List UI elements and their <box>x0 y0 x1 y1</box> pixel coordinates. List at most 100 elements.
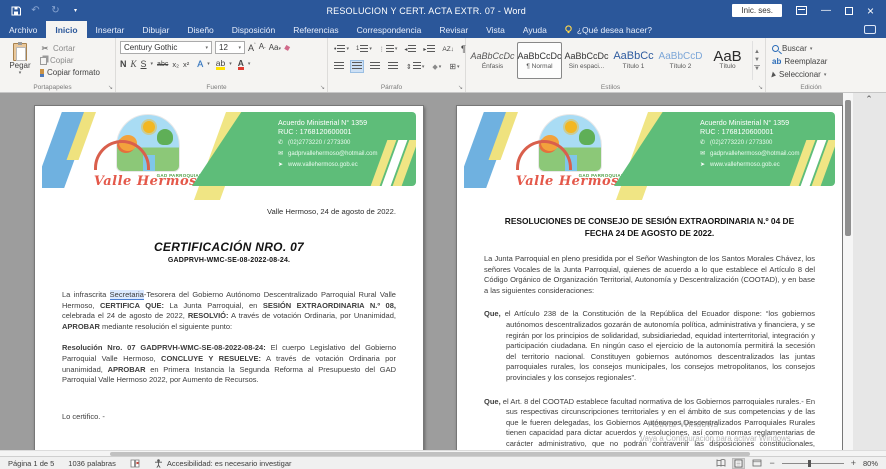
borders-icon[interactable]: ⊞▾ <box>447 60 461 73</box>
tab-disposicion[interactable]: Disposición <box>223 21 284 38</box>
word-count[interactable]: 1036 palabras <box>68 459 116 468</box>
restore-button[interactable] <box>845 7 853 15</box>
phone-icon: ✆ <box>700 139 706 148</box>
zoom-in-icon[interactable]: + <box>851 459 856 468</box>
font-size-combo[interactable]: 12▾ <box>215 41 245 54</box>
highlight-color-icon[interactable]: ab <box>216 59 225 70</box>
underline-button[interactable]: S <box>141 59 147 69</box>
phone-line: ✆(02)2773220 / 2773300 <box>278 139 406 148</box>
style-sin-espaci-[interactable]: AaBbCcDcSin espaci... <box>564 42 609 79</box>
style--normal[interactable]: AaBbCcDc¶ Normal <box>517 42 562 79</box>
align-right-icon[interactable] <box>368 60 382 73</box>
zoom-level[interactable]: 80% <box>863 459 878 468</box>
superscript-button[interactable]: x² <box>183 60 189 69</box>
print-layout-icon[interactable] <box>733 459 744 468</box>
copy-button[interactable]: Copiar <box>38 55 102 66</box>
clipboard-dialog-launcher-icon[interactable]: ↘ <box>108 84 113 91</box>
format-painter-button[interactable]: Copiar formato <box>38 67 102 78</box>
subscript-button[interactable]: x₂ <box>172 60 179 69</box>
tell-me-box[interactable]: ¿Qué desea hacer? <box>556 21 660 38</box>
font-name-combo[interactable]: Century Gothic▾ <box>120 41 212 54</box>
font-color-icon[interactable]: A <box>238 59 244 70</box>
undo-icon[interactable]: ↶ <box>30 5 41 16</box>
save-icon[interactable] <box>10 5 21 16</box>
tab-diseno[interactable]: Diseño <box>178 21 222 38</box>
cut-button[interactable]: ✂Cortar <box>38 43 102 54</box>
redo-icon[interactable]: ↻ <box>50 5 61 16</box>
align-left-icon[interactable] <box>332 60 346 73</box>
paragraph: La infrascrita Secretaria-Tesorera del G… <box>62 290 396 332</box>
replace-button[interactable]: abReemplazar <box>770 56 829 67</box>
justify-icon[interactable] <box>386 60 400 73</box>
style--nfasis[interactable]: AaBbCcDcÉnfasis <box>470 42 515 79</box>
font-dialog-launcher-icon[interactable]: ↘ <box>320 84 325 91</box>
italic-button[interactable]: K <box>131 59 137 69</box>
styles-more-icon[interactable]: ▼ <box>754 65 760 72</box>
multilevel-list-icon[interactable]: ⋮▾ <box>377 43 400 56</box>
zoom-slider[interactable] <box>782 463 844 464</box>
sort-icon[interactable]: AZ↓ <box>440 44 456 55</box>
vertical-scrollbar[interactable] <box>843 93 853 450</box>
letterhead: GAD PARROQUIAL Valle Hermoso Acuerdo Min… <box>464 112 835 200</box>
shading-icon[interactable]: ◆▾ <box>430 61 443 73</box>
style-t-tulo[interactable]: AaBTítulo <box>705 42 750 79</box>
accessibility-status[interactable]: Accesibilidad: es necesario investigar <box>154 459 292 468</box>
minimize-button[interactable]: — <box>821 6 831 16</box>
email-line: ✉gadprvallehermoso@hotmail.com <box>700 150 825 159</box>
comments-icon[interactable] <box>864 25 876 34</box>
group-editing: Buscar▾ abReemplazar Seleccionar▾ Edició… <box>766 38 866 92</box>
tab-revisar[interactable]: Revisar <box>430 21 477 38</box>
increase-indent-icon[interactable]: ▸ <box>421 43 437 56</box>
styles-scroll-up-icon[interactable]: ▲ <box>754 49 760 55</box>
ribbon: Pegar ▾ ✂Cortar Copiar Copiar formato Po… <box>0 38 886 93</box>
tab-inicio[interactable]: Inicio <box>46 21 86 38</box>
tab-referencias[interactable]: Referencias <box>284 21 347 38</box>
strikethrough-button[interactable]: abc <box>157 61 168 68</box>
paste-button[interactable]: Pegar ▾ <box>4 41 36 80</box>
style-t-tulo-2[interactable]: AaBbCcDTítulo 2 <box>658 42 703 79</box>
styles-dialog-launcher-icon[interactable]: ↘ <box>758 84 763 91</box>
tab-archivo[interactable]: Archivo <box>0 21 46 38</box>
read-mode-icon[interactable] <box>715 459 726 468</box>
tab-vista[interactable]: Vista <box>477 21 514 38</box>
style-t-tulo-1[interactable]: AaBbCcTítulo 1 <box>611 42 656 79</box>
document-canvas[interactable]: GAD PARROQUIAL Valle Hermoso Acuerdo Min… <box>0 93 853 450</box>
page-indicator[interactable]: Página 1 de 5 <box>8 459 54 468</box>
close-button[interactable]: × <box>867 6 874 16</box>
shrink-font-icon[interactable]: Aˇ <box>259 42 266 54</box>
page-2[interactable]: GAD PARROQUIAL Valle Hermoso Acuerdo Min… <box>456 105 843 450</box>
align-center-icon[interactable] <box>350 60 364 73</box>
change-case-icon[interactable]: Aa▾ <box>269 43 281 52</box>
page-1[interactable]: GAD PARROQUIAL Valle Hermoso Acuerdo Min… <box>34 105 424 450</box>
web-layout-icon[interactable] <box>751 459 762 468</box>
paragraph-dialog-launcher-icon[interactable]: ↘ <box>458 84 463 91</box>
tab-insertar[interactable]: Insertar <box>87 21 134 38</box>
zoom-out-icon[interactable]: − <box>769 459 774 468</box>
bullets-icon[interactable]: •▾ <box>332 43 351 56</box>
tab-correspondencia[interactable]: Correspondencia <box>348 21 431 38</box>
line-spacing-icon[interactable]: ⇕▾ <box>404 60 426 73</box>
styles-scroll-down-icon[interactable]: ▼ <box>754 57 760 63</box>
ribbon-display-options-icon[interactable] <box>796 6 807 15</box>
clear-formatting-icon[interactable]: ◆ <box>283 42 291 52</box>
paragraph: Resolución Nro. 07 GADPRVH-WMC-SE-08-202… <box>62 343 396 385</box>
grow-font-icon[interactable]: Aˆ <box>248 43 256 53</box>
tab-dibujar[interactable]: Dibujar <box>133 21 178 38</box>
sign-in-button[interactable]: Inic. ses. <box>732 4 782 17</box>
zoom-slider-knob[interactable] <box>808 460 811 467</box>
tab-ayuda[interactable]: Ayuda <box>514 21 556 38</box>
web-line: ➤www.vallehermoso.gob.ec <box>278 161 406 170</box>
text-effects-icon[interactable]: A <box>197 59 203 69</box>
window-title: RESOLUCION Y CERT. ACTA EXTR. 07 - Word <box>120 6 732 16</box>
numbering-icon[interactable]: 1▾ <box>354 43 374 56</box>
vertical-scrollbar-thumb[interactable] <box>845 100 851 236</box>
bold-button[interactable]: N <box>120 59 127 69</box>
decrease-indent-icon[interactable]: ◂ <box>402 43 418 56</box>
qat-customize-icon[interactable]: ▾ <box>70 5 81 16</box>
proofing-errors-icon[interactable] <box>130 459 140 468</box>
collapse-ribbon-icon[interactable]: ⌃ <box>861 95 877 105</box>
find-button[interactable]: Buscar▾ <box>770 43 829 54</box>
select-button[interactable]: Seleccionar▾ <box>770 69 829 80</box>
title-bar: ↶ ↻ ▾ RESOLUCION Y CERT. ACTA EXTR. 07 -… <box>0 0 886 21</box>
phone-line: ✆(02)2773220 / 2773300 <box>700 139 825 148</box>
